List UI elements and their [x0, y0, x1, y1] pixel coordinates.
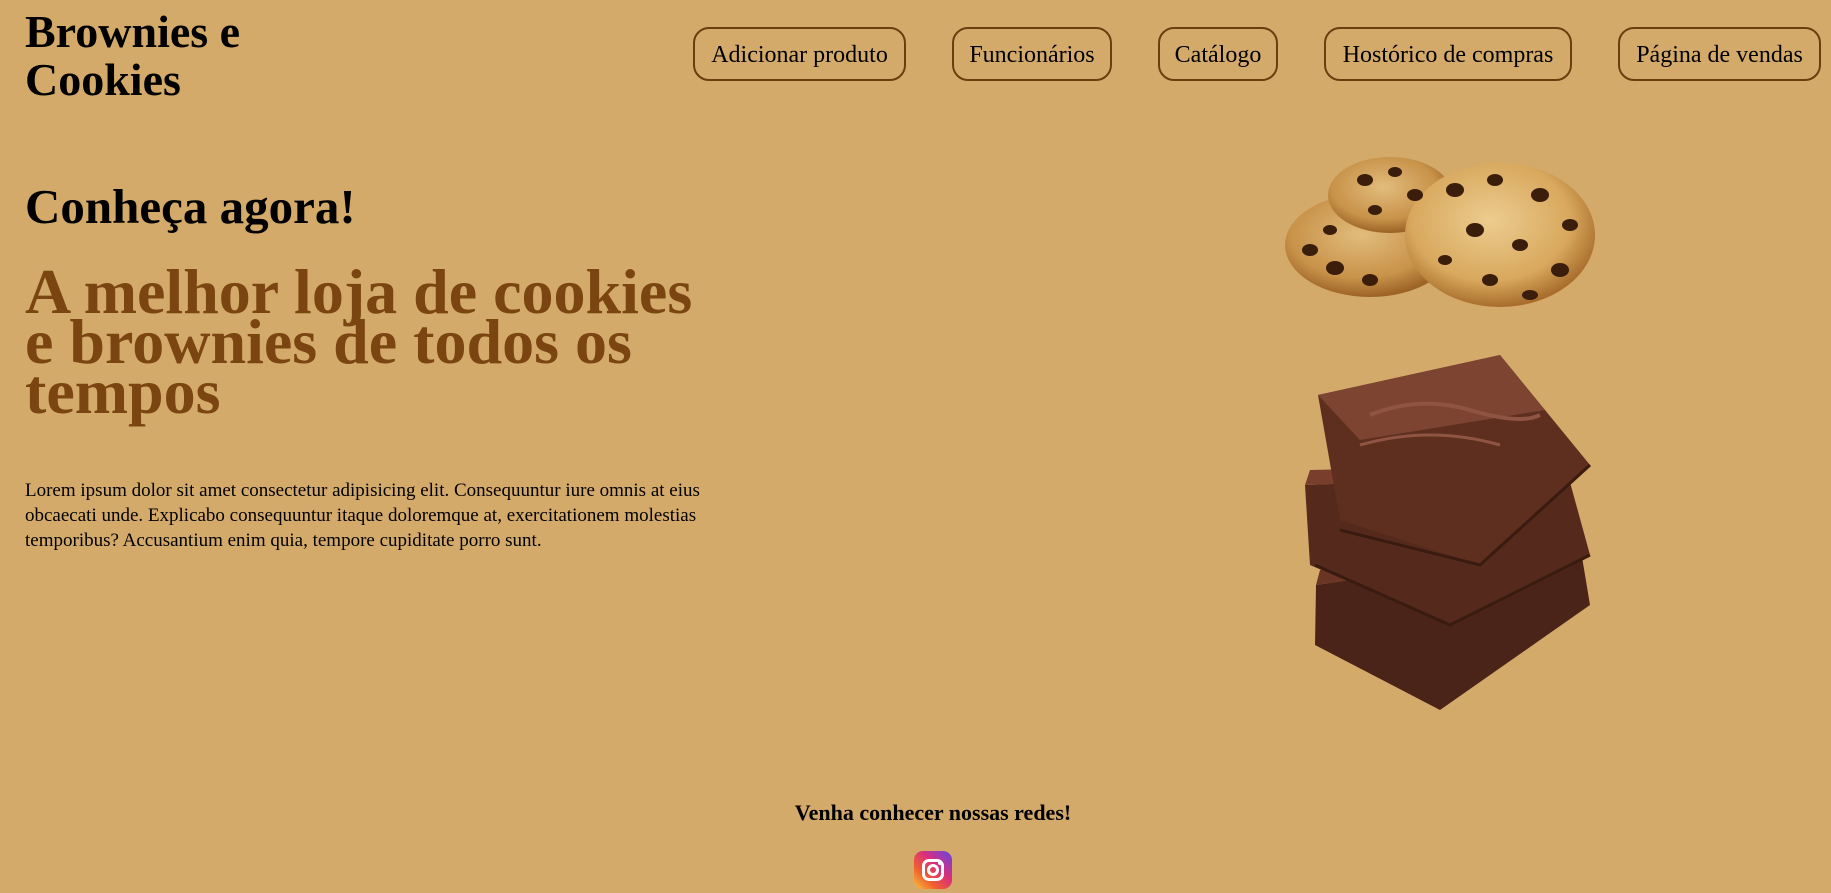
- hero-kicker: Conheça agora!: [25, 179, 356, 234]
- footer-title: Venha conhecer nossas redes!: [794, 800, 1072, 825]
- nav-employees-button[interactable]: Funcionários: [952, 27, 1112, 81]
- cookies-image: [1285, 157, 1595, 307]
- nav-purchase-history-button[interactable]: Hostórico de compras: [1324, 27, 1572, 81]
- hero-headline: A melhor loja de cookies e brownies de t…: [25, 256, 693, 427]
- top-nav: Adicionar produto Funcionários Catálogo …: [0, 27, 1831, 83]
- hero-description: Lorem ipsum dolor sit amet consectetur a…: [25, 480, 700, 551]
- nav-add-product-button[interactable]: Adicionar produto: [693, 27, 906, 81]
- instagram-icon[interactable]: [914, 851, 952, 889]
- nav-sales-page-button[interactable]: Página de vendas: [1618, 27, 1821, 81]
- brownies-image: [1305, 355, 1592, 710]
- nav-catalog-button[interactable]: Catálogo: [1158, 27, 1278, 81]
